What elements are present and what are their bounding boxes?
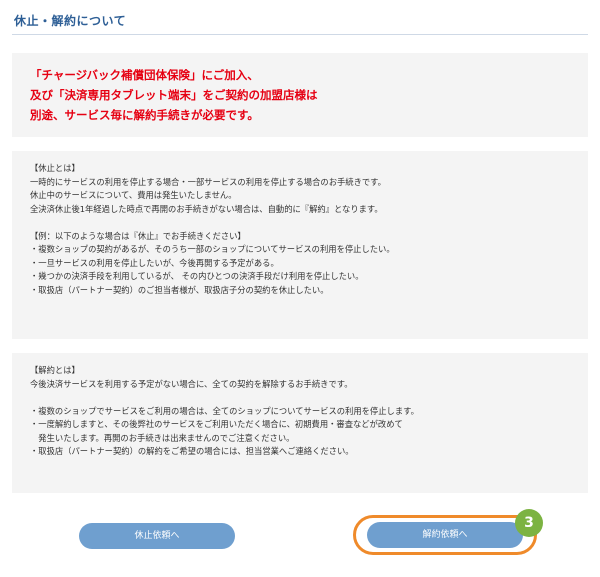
kyushi-example-item: ・一旦サービスの利用を停止したいが、今後再開する予定がある。 — [30, 257, 279, 268]
title-divider — [12, 34, 588, 35]
kaiyaku-info-box: 【解約とは】 今後決済サービスを利用する予定がない場合に、全ての契約を解除するお… — [12, 353, 588, 493]
kaiyaku-item: ・一度解約しますと、その後弊社のサービスをご利用いただく場合に、初期費用・審査な… — [30, 419, 403, 429]
kaiyaku-item: 発生いたします。再開のお手続きは出来ませんのでご注意ください。 — [30, 432, 295, 443]
kyushi-example-item: ・複数ショップの契約があるが、そのうち一部のショップについてサービスの利用を停止… — [30, 244, 395, 254]
kyushi-text-line: 休止中のサービスについて、費用は発生いたしません。 — [30, 190, 237, 200]
step-number-badge: 3 — [515, 509, 543, 537]
kyushi-text-line: 全決済休止後1年経過した時点で再開のお手続きがない場合は、自動的に『解約』となり… — [30, 203, 383, 214]
kaiyaku-spacer-line — [30, 391, 570, 405]
kyushi-example-item: ・幾つかの決済手段を利用しているが、 その内ひとつの決済手段だけ利用を停止したい… — [30, 271, 364, 281]
kyushi-example-item: ・取扱店（パートナー契約）のご担当者様が、取扱店子分の契約を休止したい。 — [30, 284, 329, 295]
notice-box: 「チャージバック補償団体保険」にご加入、 及び「決済専用タブレット端末」をご契約… — [12, 53, 588, 137]
kyushi-text-line: 一時的にサービスの利用を停止する場合・一部サービスの利用を停止する場合のお手続き… — [30, 176, 386, 187]
kyushi-spacer-line — [30, 216, 570, 230]
kyushi-heading: 【休止とは】 — [30, 163, 80, 173]
notice-line: 別途、サービス毎に解約手続きが必要です。 — [30, 108, 259, 122]
kaiyaku-item: ・複数のショップでサービスをご利用の場合は、全てのショップについてサービスの利用… — [30, 405, 419, 416]
kaiyaku-text-line: 今後決済サービスを利用する予定がない場合に、全ての契約を解除するお手続きです。 — [30, 378, 353, 389]
kaiyaku-item: ・取扱店（パートナー契約）の解約をご希望の場合には、担当営業へご連絡ください。 — [30, 446, 354, 456]
kaiyaku-heading: 【解約とは】 — [30, 365, 80, 375]
page-title: 休止・解約について — [14, 14, 127, 28]
kyushi-request-button[interactable]: 休止依頼へ — [79, 523, 235, 549]
kyushi-info-box: 【休止とは】 一時的にサービスの利用を停止する場合・一部サービスの利用を停止する… — [12, 151, 588, 339]
notice-line: 「チャージバック補償団体保険」にご加入、 — [30, 68, 259, 82]
kyushi-example-heading: 【例：以下のような場合は『休止』でお手続きください】 — [30, 230, 246, 241]
kaiyaku-request-button[interactable]: 解約依頼へ — [367, 522, 523, 548]
notice-line: 及び「決済専用タブレット端末」をご契約の加盟店様は — [30, 88, 318, 102]
